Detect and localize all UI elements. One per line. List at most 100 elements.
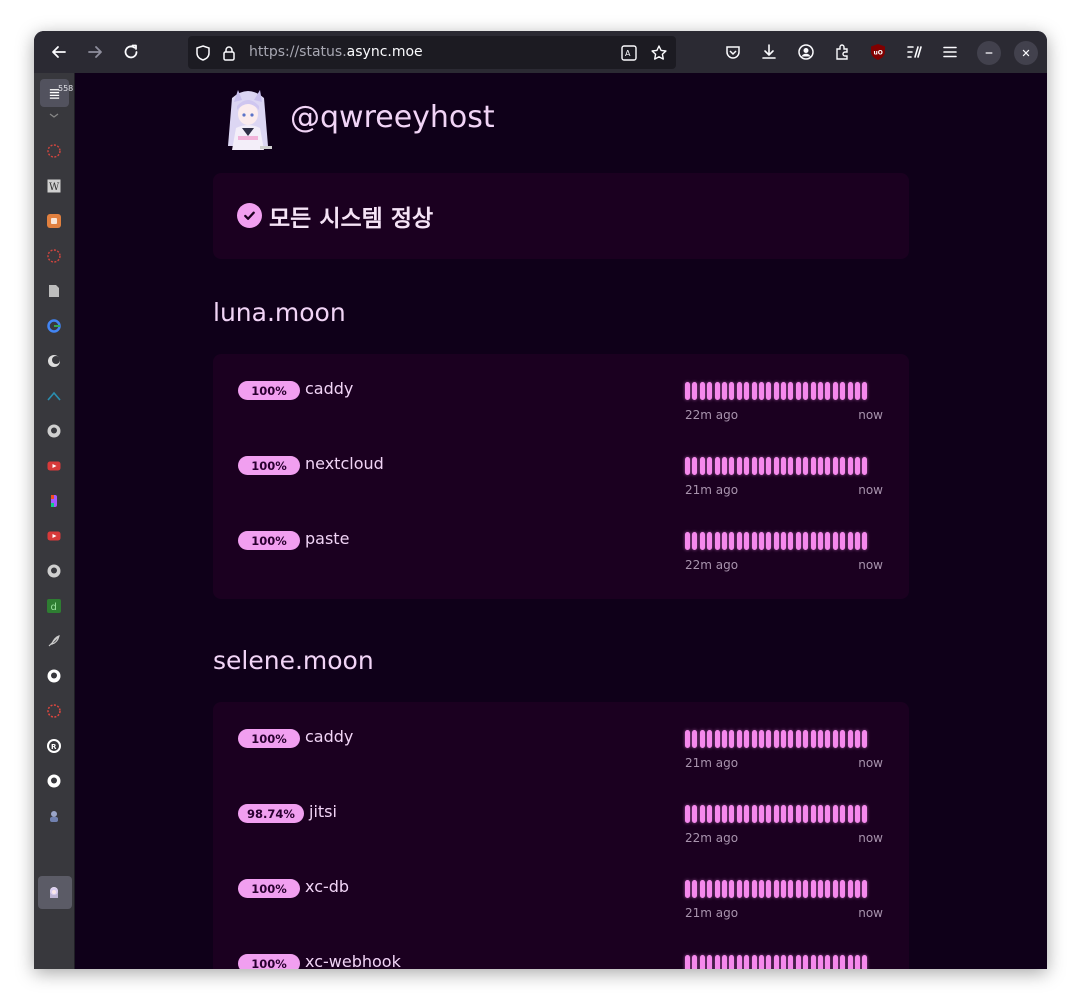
uptime-bar xyxy=(832,730,838,748)
url-bar[interactable]: https://status.async.moe A xyxy=(188,36,676,69)
bird-tab-icon[interactable] xyxy=(47,389,61,403)
document-tab-icon[interactable] xyxy=(47,284,61,298)
ublock-shield-icon[interactable]: uO xyxy=(865,39,891,65)
wikipedia-tab-icon[interactable]: W xyxy=(47,179,61,193)
service-name: paste xyxy=(305,529,350,548)
download-icon[interactable] xyxy=(756,39,782,65)
bars-start-time: 22m ago xyxy=(685,831,739,845)
service-row: 100% caddy 21m ago now xyxy=(213,702,909,777)
pocket-icon[interactable] xyxy=(720,39,746,65)
bars-start-time: 21m ago xyxy=(685,906,739,920)
uptime-bar xyxy=(692,730,698,748)
github-tab-icon[interactable] xyxy=(47,564,61,578)
uptime-bar xyxy=(818,532,824,550)
uptime-bar xyxy=(825,382,831,400)
uptime-bar xyxy=(788,532,794,550)
uptime-bar xyxy=(818,382,824,400)
uptime-bar xyxy=(840,457,846,475)
uptime-bar xyxy=(803,730,809,748)
close-icon[interactable] xyxy=(1014,41,1038,65)
youtube-tab-icon[interactable] xyxy=(47,459,61,473)
uptime-bar xyxy=(847,457,853,475)
uptime-bar xyxy=(832,382,838,400)
uptime-bar xyxy=(758,805,764,823)
svg-text:W: W xyxy=(49,182,60,193)
uptime-bar xyxy=(854,457,860,475)
uptime-bar xyxy=(781,730,787,748)
browser-window: https://status.async.moe A uO 558 W d R … xyxy=(34,31,1047,969)
rust-tab-icon[interactable]: R xyxy=(47,739,61,753)
uptime-bar xyxy=(699,532,705,550)
dotted-circle-tab-icon[interactable] xyxy=(47,144,61,158)
github-tab-icon[interactable] xyxy=(47,774,61,788)
feather-tab-icon[interactable] xyxy=(47,634,61,648)
uptime-bars xyxy=(685,805,883,823)
uptime-bar xyxy=(840,955,846,969)
d-letter-tab-icon[interactable]: d xyxy=(47,599,61,613)
shield-icon[interactable] xyxy=(190,40,216,66)
bars-end-time: now xyxy=(858,408,883,422)
back-arrow-icon[interactable] xyxy=(46,39,72,65)
profile-header: @qwreeyhost xyxy=(220,88,495,152)
uptime-bar xyxy=(781,532,787,550)
extensions-icon[interactable] xyxy=(829,39,855,65)
dotted-circle-tab-icon[interactable] xyxy=(47,249,61,263)
uptime-bar xyxy=(699,730,705,748)
uptime-bar xyxy=(692,532,698,550)
lock-icon[interactable] xyxy=(216,40,242,66)
svg-text:uO: uO xyxy=(874,50,883,57)
blogger-tab-icon[interactable] xyxy=(47,214,61,228)
youtube-tab-icon[interactable] xyxy=(47,529,61,543)
uptime-bar xyxy=(692,805,698,823)
reader-lines-icon[interactable] xyxy=(901,39,927,65)
translate-icon[interactable]: A xyxy=(616,40,642,66)
forward-arrow-icon[interactable] xyxy=(82,39,108,65)
menu-hamburger-icon[interactable] xyxy=(937,39,963,65)
service-row: 100% nextcloud 21m ago now xyxy=(213,429,909,504)
reload-icon[interactable] xyxy=(118,39,144,65)
uptime-bar xyxy=(736,880,742,898)
partial-tab-icon[interactable] xyxy=(47,113,61,119)
anime-avatar-tab-icon[interactable] xyxy=(47,885,61,899)
uptime-bar xyxy=(736,457,742,475)
google-tab-icon[interactable] xyxy=(47,319,61,333)
uptime-bar xyxy=(795,730,801,748)
moon-logo-tab-icon[interactable] xyxy=(47,354,61,368)
dotted-circle-tab-icon[interactable] xyxy=(47,704,61,718)
account-icon[interactable] xyxy=(793,39,819,65)
uptime-bar xyxy=(744,382,750,400)
uptime-bar xyxy=(744,532,750,550)
uptime-bar xyxy=(781,880,787,898)
github-tab-icon[interactable] xyxy=(47,669,61,683)
uptime-bars xyxy=(685,382,883,400)
uptime-bar xyxy=(751,805,757,823)
uptime-bar xyxy=(810,457,816,475)
uptime-bar xyxy=(803,532,809,550)
uptime-bar xyxy=(832,880,838,898)
uptime-badge: 100% xyxy=(238,879,300,898)
uptime-bar xyxy=(758,880,764,898)
uptime-bar xyxy=(832,955,838,969)
uptime-bar xyxy=(751,730,757,748)
uptime-bar xyxy=(847,955,853,969)
svg-text:d: d xyxy=(51,602,57,613)
uptime-bar xyxy=(714,382,720,400)
uptime-bar xyxy=(862,457,868,475)
uptime-bar xyxy=(854,730,860,748)
bookmark-star-icon[interactable] xyxy=(646,40,672,66)
character-tab-icon[interactable] xyxy=(47,809,61,823)
uptime-bar xyxy=(818,457,824,475)
minimize-icon[interactable] xyxy=(977,41,1001,65)
uptime-bar xyxy=(721,457,727,475)
uptime-bar xyxy=(699,382,705,400)
figma-tab-icon[interactable] xyxy=(47,494,61,508)
tab-list-button[interactable]: 558 xyxy=(40,79,73,107)
github-tab-icon[interactable] xyxy=(47,424,61,438)
uptime-bar xyxy=(810,382,816,400)
service-row: 100% xc-db 21m ago now xyxy=(213,852,909,927)
uptime-bar xyxy=(773,382,779,400)
uptime-bar xyxy=(795,805,801,823)
url-text[interactable]: https://status.async.moe xyxy=(249,44,423,60)
uptime-bar xyxy=(707,880,713,898)
service-card-luna: 100% caddy 22m ago now 100% nextcloud 21… xyxy=(213,354,909,599)
